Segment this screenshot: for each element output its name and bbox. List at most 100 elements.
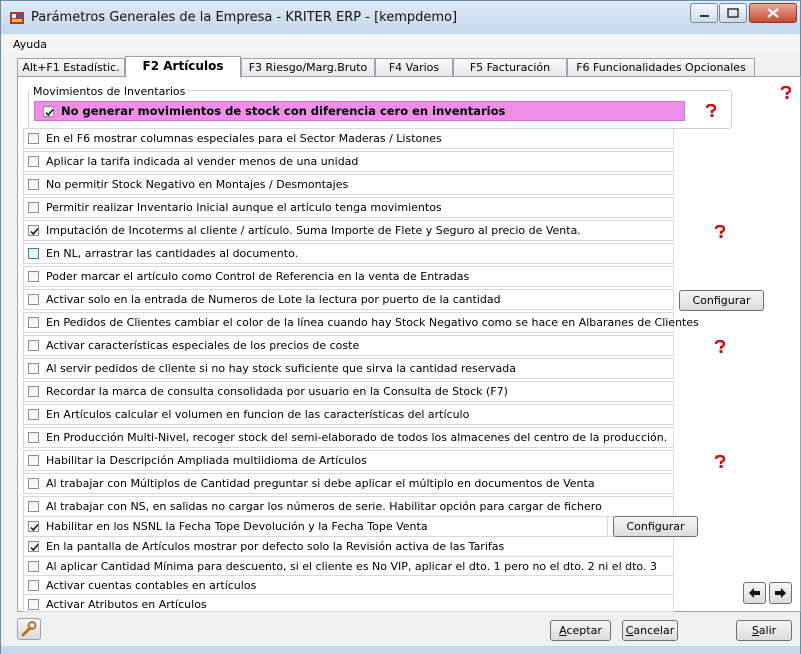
accept-button[interactable]: Aceptar <box>550 620 611 641</box>
arrow-left-icon <box>749 588 760 598</box>
option-row[interactable]: Al trabajar con Múltiplos de Cantidad pr… <box>23 473 674 494</box>
option-row[interactable]: Al trabajar con NS, en salidas no cargar… <box>23 496 674 517</box>
option-row[interactable]: Activar Atributos en Artículos <box>23 594 674 612</box>
inventory-group-label: Movimientos de Inventarios <box>31 85 188 98</box>
check-icon <box>30 543 39 552</box>
option-checkbox[interactable] <box>28 580 39 591</box>
option-row[interactable]: Activar características especiales de lo… <box>23 335 674 356</box>
option-checkbox[interactable] <box>28 521 39 532</box>
option-label: Habilitar la Descripción Ampliada multii… <box>46 454 367 467</box>
option-row[interactable]: En Artículos calcular el volumen en func… <box>23 404 674 425</box>
configure-lot-button[interactable]: Configurar <box>679 290 764 311</box>
option-checkbox[interactable] <box>28 225 39 236</box>
option-label: En la pantalla de Artículos mostrar por … <box>46 540 505 553</box>
option-row[interactable]: En NL, arrastrar las cantidades al docum… <box>23 243 674 264</box>
window-title: Parámetros Generales de la Empresa - KRI… <box>31 10 458 25</box>
option-row[interactable]: En la pantalla de Artículos mostrar por … <box>23 536 674 557</box>
menu-help[interactable]: Ayuda <box>13 38 47 51</box>
option-label: Al servir pedidos de cliente si no hay s… <box>46 362 517 375</box>
zero-difference-checkbox[interactable] <box>43 106 54 117</box>
option-checkbox[interactable] <box>28 541 39 552</box>
option-row[interactable]: Habilitar en los NSNL la Fecha Tope Devo… <box>23 516 608 537</box>
tab-statistics[interactable]: Alt+F1 Estadístic. <box>17 58 125 77</box>
next-button[interactable] <box>769 582 792 604</box>
option-checkbox[interactable] <box>28 202 39 213</box>
title-bar: Parámetros Generales de la Empresa - KRI… <box>1 1 800 34</box>
check-icon <box>45 108 54 117</box>
option-row[interactable]: Aplicar la tarifa indicada al vender men… <box>23 151 674 172</box>
exit-button[interactable]: Salir <box>736 620 792 641</box>
option-row[interactable]: Al servir pedidos de cliente si no hay s… <box>23 358 674 379</box>
option-checkbox[interactable] <box>28 156 39 167</box>
option-checkbox[interactable] <box>28 561 39 572</box>
minimize-icon <box>700 15 709 17</box>
minimize-button[interactable] <box>690 3 718 23</box>
window: Parámetros Generales de la Empresa - KRI… <box>0 0 801 654</box>
option-label: Permitir realizar Inventario Inicial aun… <box>46 201 442 214</box>
close-button[interactable] <box>749 3 797 23</box>
option-checkbox[interactable] <box>28 386 39 397</box>
maximize-button[interactable] <box>719 3 747 23</box>
exit-label-mnemonic: S <box>751 624 759 637</box>
option-row[interactable]: Imputación de Incoterms al cliente / art… <box>23 220 674 241</box>
configure-nsnl-button[interactable]: Configurar <box>613 516 698 537</box>
tools-button[interactable] <box>17 618 41 640</box>
exit-label-suffix: alir <box>758 624 777 637</box>
option-row[interactable]: En Producción Multi-Nivel, recoger stock… <box>23 427 674 448</box>
option-checkbox[interactable] <box>28 478 39 489</box>
help-question-icon[interactable] <box>713 225 727 238</box>
tab-optional-features[interactable]: F6 Funcionalidades Opcionales <box>567 58 755 77</box>
option-checkbox[interactable] <box>28 599 39 610</box>
option-row[interactable]: Al aplicar Cantidad Mínima para descuent… <box>23 556 674 577</box>
option-checkbox[interactable] <box>28 271 39 282</box>
option-row[interactable]: Activar solo en la entrada de Numeros de… <box>23 289 674 310</box>
option-label: En NL, arrastrar las cantidades al docum… <box>46 247 299 260</box>
option-label: Habilitar en los NSNL la Fecha Tope Devo… <box>46 520 428 533</box>
option-label: Activar solo en la entrada de Numeros de… <box>46 293 501 306</box>
help-question-icon[interactable] <box>704 104 718 117</box>
help-question-icon[interactable] <box>713 455 727 468</box>
option-label: Aplicar la tarifa indicada al vender men… <box>46 155 359 168</box>
check-icon <box>30 523 39 532</box>
option-checkbox[interactable] <box>28 133 39 144</box>
option-checkbox[interactable] <box>28 432 39 443</box>
option-checkbox[interactable] <box>28 363 39 374</box>
tab-misc[interactable]: F4 Varios <box>375 58 453 77</box>
tab-articles[interactable]: F2 Artículos <box>125 56 241 78</box>
option-row[interactable]: Activar cuentas contables en artículos <box>23 575 674 596</box>
option-row[interactable]: En el F6 mostrar columnas especiales par… <box>23 128 674 149</box>
help-question-icon[interactable] <box>713 340 727 353</box>
option-label: No permitir Stock Negativo en Montajes /… <box>46 178 349 191</box>
option-label: Activar características especiales de lo… <box>46 339 360 352</box>
option-label: Poder marcar el artículo como Control de… <box>46 270 470 283</box>
option-row[interactable]: Habilitar la Descripción Ampliada multii… <box>23 450 674 471</box>
option-row[interactable]: Permitir realizar Inventario Inicial aun… <box>23 197 674 218</box>
option-checkbox[interactable] <box>28 455 39 466</box>
close-icon <box>767 8 779 18</box>
check-icon <box>30 227 39 236</box>
option-checkbox[interactable] <box>28 179 39 190</box>
cancel-label-suffix: ancelar <box>633 624 675 637</box>
previous-button[interactable] <box>743 582 766 604</box>
option-checkbox[interactable] <box>28 340 39 351</box>
option-checkbox[interactable] <box>28 409 39 420</box>
option-row[interactable]: En Pedidos de Clientes cambiar el color … <box>23 312 699 333</box>
option-label: Imputación de Incoterms al cliente / art… <box>46 224 581 237</box>
tab-billing[interactable]: F5 Facturación <box>453 58 567 77</box>
option-checkbox[interactable] <box>28 501 39 512</box>
app-icon <box>10 12 24 24</box>
zero-difference-option[interactable]: No generar movimientos de stock con dife… <box>34 101 685 121</box>
option-row[interactable]: Poder marcar el artículo como Control de… <box>23 266 674 287</box>
zero-difference-label: No generar movimientos de stock con dife… <box>61 104 506 118</box>
option-label: En Pedidos de Clientes cambiar el color … <box>46 316 699 329</box>
option-checkbox[interactable] <box>28 248 39 259</box>
option-label: Activar Atributos en Artículos <box>46 598 207 611</box>
option-row[interactable]: Recordar la marca de consulta consolidad… <box>23 381 674 402</box>
option-checkbox[interactable] <box>28 294 39 305</box>
option-checkbox[interactable] <box>28 317 39 328</box>
tab-risk-margin[interactable]: F3 Riesgo/Marg.Bruto <box>241 58 375 77</box>
maximize-icon <box>727 8 739 18</box>
cancel-button[interactable]: Cancelar <box>622 620 678 641</box>
option-row[interactable]: No permitir Stock Negativo en Montajes /… <box>23 174 674 195</box>
help-question-icon[interactable] <box>779 86 793 99</box>
